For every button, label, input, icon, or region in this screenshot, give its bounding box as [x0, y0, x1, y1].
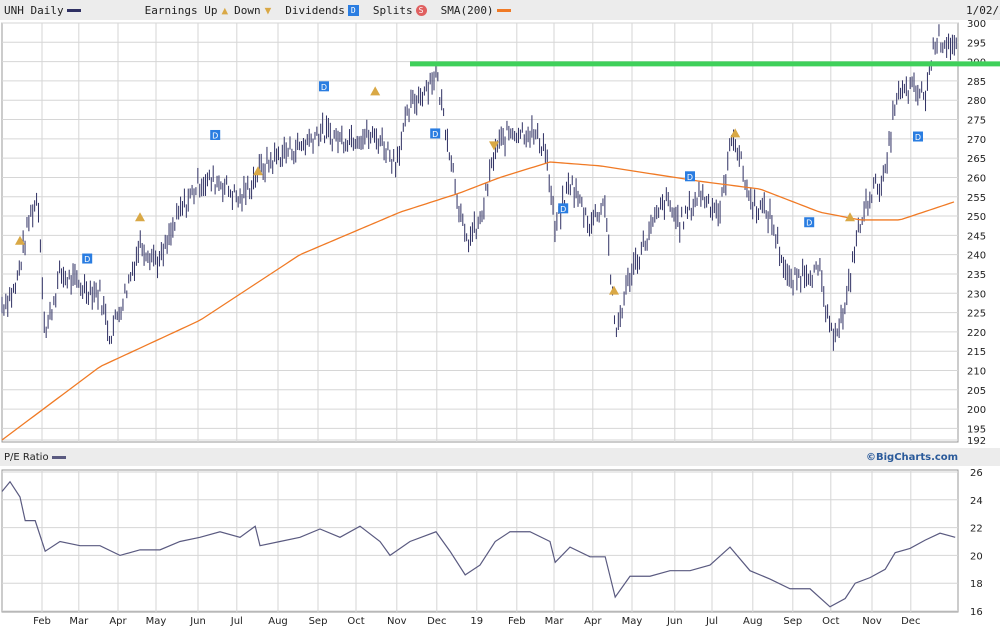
pe-tick-label: 24: [970, 496, 983, 507]
dividend-marker-glyph: D: [560, 205, 566, 214]
x-tick-label: May: [146, 616, 167, 627]
dividend-marker-glyph: D: [212, 131, 218, 140]
price-tick-label: 295: [967, 38, 986, 49]
pe-tick-label: 18: [970, 579, 983, 590]
pe-tick-label: 26: [970, 468, 983, 479]
price-tick-label: 250: [967, 212, 986, 223]
price-tick-label: 195: [967, 424, 986, 435]
pe-tick-label: 16: [970, 607, 983, 618]
price-tick-label: 280: [967, 96, 986, 107]
price-tick-label: 255: [967, 193, 986, 204]
dividend-marker-glyph: D: [432, 130, 438, 139]
price-tick-label: 225: [967, 309, 986, 320]
price-tick-label: 200: [967, 405, 986, 416]
x-tick-label: Nov: [862, 616, 882, 627]
x-tick-label: May: [622, 616, 643, 627]
price-tick-label: 235: [967, 270, 986, 281]
x-tick-label: Aug: [268, 616, 288, 627]
x-tick-label: Apr: [584, 616, 602, 627]
x-tick-label: Jul: [705, 616, 718, 627]
price-tick-label: 245: [967, 231, 986, 242]
price-plot-area: [1, 22, 959, 443]
x-tick-label: Oct: [347, 616, 364, 627]
x-tick-label: Jun: [666, 616, 683, 627]
x-tick-label: Mar: [69, 616, 89, 627]
dividend-marker-glyph: D: [806, 219, 812, 228]
price-tick-label: 285: [967, 77, 986, 88]
price-tick-label: 300: [967, 19, 986, 30]
price-tick-label: 220: [967, 328, 986, 339]
pe-plot-area: [1, 469, 959, 613]
x-tick-label: Jul: [230, 616, 243, 627]
dividend-marker-glyph: D: [687, 173, 693, 182]
x-tick-label: Sep: [783, 616, 802, 627]
price-tick-label: 270: [967, 135, 986, 146]
x-tick-label: Dec: [427, 616, 446, 627]
dividend-marker-glyph: D: [915, 133, 921, 142]
x-tick-label: Nov: [387, 616, 407, 627]
x-tick-label: Apr: [109, 616, 127, 627]
stock-chart: Feb Mar Apr May Jun Jul Aug Sep Oct Nov Dec 19 Feb Ma…: [1, 19, 1000, 627]
price-tick-label: 192: [967, 436, 986, 447]
dividend-marker-glyph: D: [321, 83, 327, 92]
price-tick-label: 230: [967, 289, 986, 300]
x-tick-label: Mar: [545, 616, 565, 627]
x-tick-label: Feb: [33, 616, 51, 627]
price-tick-label: 215: [967, 347, 986, 358]
x-tick-label: Sep: [309, 616, 328, 627]
x-tick-label: Dec: [901, 616, 920, 627]
price-tick-label: 205: [967, 386, 986, 397]
price-tick-label: 210: [967, 367, 986, 378]
x-tick-label: Oct: [822, 616, 839, 627]
x-tick-label: 19: [470, 616, 483, 627]
x-tick-label: Feb: [508, 616, 526, 627]
pe-tick-label: 20: [970, 551, 983, 562]
dividend-marker-glyph: D: [84, 255, 90, 264]
price-tick-label: 260: [967, 173, 986, 184]
x-tick-label: Jun: [189, 616, 206, 627]
price-tick-label: 240: [967, 251, 986, 262]
price-tick-label: 265: [967, 154, 986, 165]
pe-tick-label: 22: [970, 524, 983, 535]
price-tick-label: 275: [967, 116, 986, 127]
x-tick-label: Aug: [743, 616, 763, 627]
